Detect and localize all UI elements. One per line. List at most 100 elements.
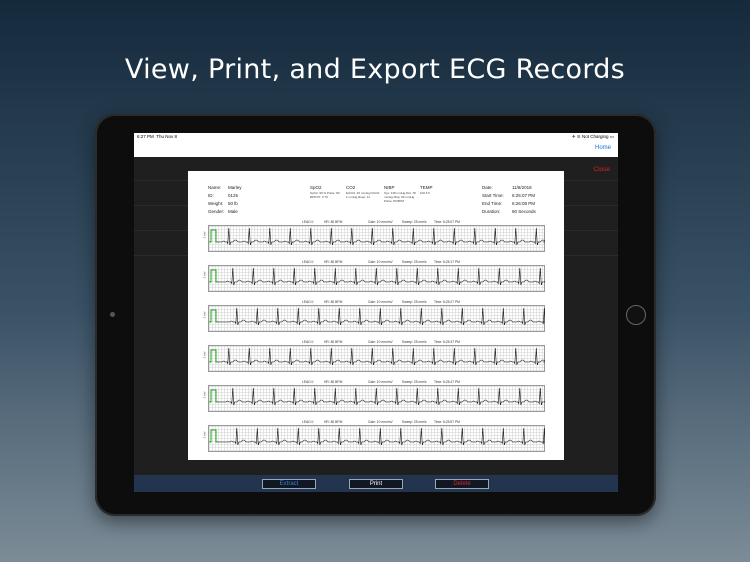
strip-hr: HR: 80 BPM	[324, 420, 343, 424]
date-value: 11/8/2018	[512, 185, 532, 190]
strip-sweep: Sweep: 25 mm/s	[402, 420, 427, 424]
strip-lead: LEAD II	[302, 220, 314, 224]
calibration-pulse	[209, 269, 218, 283]
name-value: Marley	[228, 185, 242, 190]
ecg-waveform	[218, 227, 545, 246]
ecg-strip: LEAD II HR: 80 BPM Gain: 10 mm/mV Sweep: 25…	[203, 260, 545, 292]
nav-bar: Home	[134, 141, 618, 157]
headline: View, Print, and Export ECG Records	[124, 54, 626, 85]
duration-value: 60 Seconds	[512, 209, 536, 214]
strip-time: Time: 6:25:37 PM	[434, 340, 460, 344]
mv-scale-label: 1 mV	[202, 431, 207, 439]
start-time-value: 6:25:07 PM	[512, 193, 536, 198]
co2-title: CO2	[346, 185, 356, 190]
strip-time: Time: 6:25:27 PM	[434, 300, 460, 304]
gender-label: Gender:	[208, 209, 225, 214]
ecg-waveform	[218, 347, 545, 366]
strip-time: Time: 6:25:17 PM	[434, 260, 460, 264]
strip-lead: LEAD II	[302, 340, 314, 344]
ecg-report-page: Name: Marley ID: 0125 Weight: 50 lb Gend…	[188, 171, 564, 460]
ecg-waveform	[218, 267, 545, 286]
strip-gain: Gain: 10 mm/mV	[368, 260, 393, 264]
status-bar: 6:27 PM Thu Nov 8 ✈ ≋ Not Charging ▭	[134, 133, 618, 141]
mv-scale-label: 1 mV	[202, 231, 207, 239]
status-left: 6:27 PM Thu Nov 8	[137, 133, 177, 141]
strip-time: Time: 6:25:57 PM	[434, 420, 460, 424]
extract-button[interactable]: Extract	[262, 479, 316, 489]
mv-scale-label: 1 mV	[202, 311, 207, 319]
calibration-pulse	[209, 349, 218, 363]
ecg-strip: LEAD II HR: 80 BPM Gain: 10 mm/mV Sweep: 25…	[203, 220, 545, 252]
home-button-icon[interactable]	[626, 305, 646, 325]
strip-sweep: Sweep: 25 mm/s	[402, 220, 427, 224]
strip-lead: LEAD II	[302, 300, 314, 304]
ecg-strip: LEAD II HR: 80 BPM Gain: 10 mm/mV Sweep: 25…	[203, 340, 545, 372]
battery-status: Not Charging	[581, 134, 609, 139]
calibration-pulse	[209, 389, 218, 403]
mv-scale-label: 1 mV	[202, 351, 207, 359]
close-button[interactable]: Close	[593, 166, 610, 173]
strip-hr: HR: 80 BPM	[324, 220, 343, 224]
ecg-strip: LEAD II HR: 80 BPM Gain: 10 mm/mV Sweep: 25…	[203, 300, 545, 332]
battery-icon: ▭	[609, 134, 614, 139]
wifi-icon: ✈ ≋	[571, 134, 581, 139]
print-button[interactable]: Print	[349, 479, 403, 489]
end-time-value: 6:26:08 PM	[512, 201, 536, 206]
delete-button[interactable]: Delete	[435, 479, 489, 489]
calibration-pulse	[209, 429, 218, 443]
ecg-trace	[209, 347, 545, 366]
strip-sweep: Sweep: 25 mm/s	[402, 380, 427, 384]
ecg-trace	[209, 267, 545, 286]
ecg-waveform	[218, 427, 545, 446]
spo2-title: SpO2	[310, 185, 322, 190]
strip-gain: Gain: 10 mm/mV	[368, 220, 393, 224]
name-label: Name:	[208, 185, 222, 190]
ecg-trace	[209, 227, 545, 246]
strip-time: Time: 6:25:07 PM	[434, 220, 460, 224]
strip-gain: Gain: 10 mm/mV	[368, 380, 393, 384]
ecg-strip: LEAD II HR: 80 BPM Gain: 10 mm/mV Sweep: 25…	[203, 380, 545, 412]
id-label: ID:	[208, 193, 214, 198]
weight-value: 50 lb	[228, 201, 238, 206]
ecg-trace	[209, 387, 545, 406]
ecg-waveform	[218, 387, 545, 406]
status-right: ✈ ≋ Not Charging ▭	[572, 133, 614, 141]
end-time-label: End Time:	[482, 201, 503, 206]
mv-scale-label: 1 mV	[202, 391, 207, 399]
home-link[interactable]: Home	[595, 145, 611, 151]
spo2-detail: SpO2: 99 % Pulse: 80 BPM PI: 3.70	[310, 191, 340, 199]
start-time-label: Start Time:	[482, 193, 504, 198]
ecg-trace	[209, 307, 545, 326]
co2-detail: EtCO2: 40 mmHg FiCO2: 1 mmHg Resp: 11	[346, 191, 381, 199]
calibration-pulse	[209, 229, 218, 243]
strip-hr: HR: 80 BPM	[324, 260, 343, 264]
gender-value: Male	[228, 209, 238, 214]
strip-lead: LEAD II	[302, 420, 314, 424]
strip-hr: HR: 80 BPM	[324, 380, 343, 384]
strip-sweep: Sweep: 25 mm/s	[402, 340, 427, 344]
strip-sweep: Sweep: 25 mm/s	[402, 300, 427, 304]
ecg-strip: LEAD II HR: 80 BPM Gain: 10 mm/mV Sweep: 25…	[203, 420, 545, 452]
duration-label: Duration:	[482, 209, 501, 214]
strip-time: Time: 6:25:47 PM	[434, 380, 460, 384]
id-value: 0125	[228, 193, 239, 198]
temp-title: TEMP	[420, 185, 433, 190]
ecg-waveform	[218, 307, 545, 326]
temp-detail: 100.6 F	[420, 191, 431, 195]
strip-gain: Gain: 10 mm/mV	[368, 340, 393, 344]
strip-lead: LEAD II	[302, 260, 314, 264]
ecg-trace	[209, 427, 545, 446]
strip-sweep: Sweep: 25 mm/s	[402, 260, 427, 264]
strip-gain: Gain: 10 mm/mV	[368, 420, 393, 424]
mv-scale-label: 1 mV	[202, 271, 207, 279]
bottom-toolbar: Extract Print Delete	[134, 475, 618, 492]
app-screen: 6:27 PM Thu Nov 8 ✈ ≋ Not Charging ▭ Hom…	[134, 133, 618, 492]
nibp-title: NIBP	[384, 185, 395, 190]
weight-label: Weight:	[208, 201, 224, 206]
nibp-detail: Sys: 128 mmHg Dia: 78 mmHg Map: 96 mmHg …	[384, 191, 416, 203]
strip-hr: HR: 80 BPM	[324, 300, 343, 304]
status-date: Thu Nov 8	[156, 134, 178, 139]
strip-lead: LEAD II	[302, 380, 314, 384]
date-label: Date:	[482, 185, 493, 190]
status-time: 6:27 PM	[137, 134, 154, 139]
